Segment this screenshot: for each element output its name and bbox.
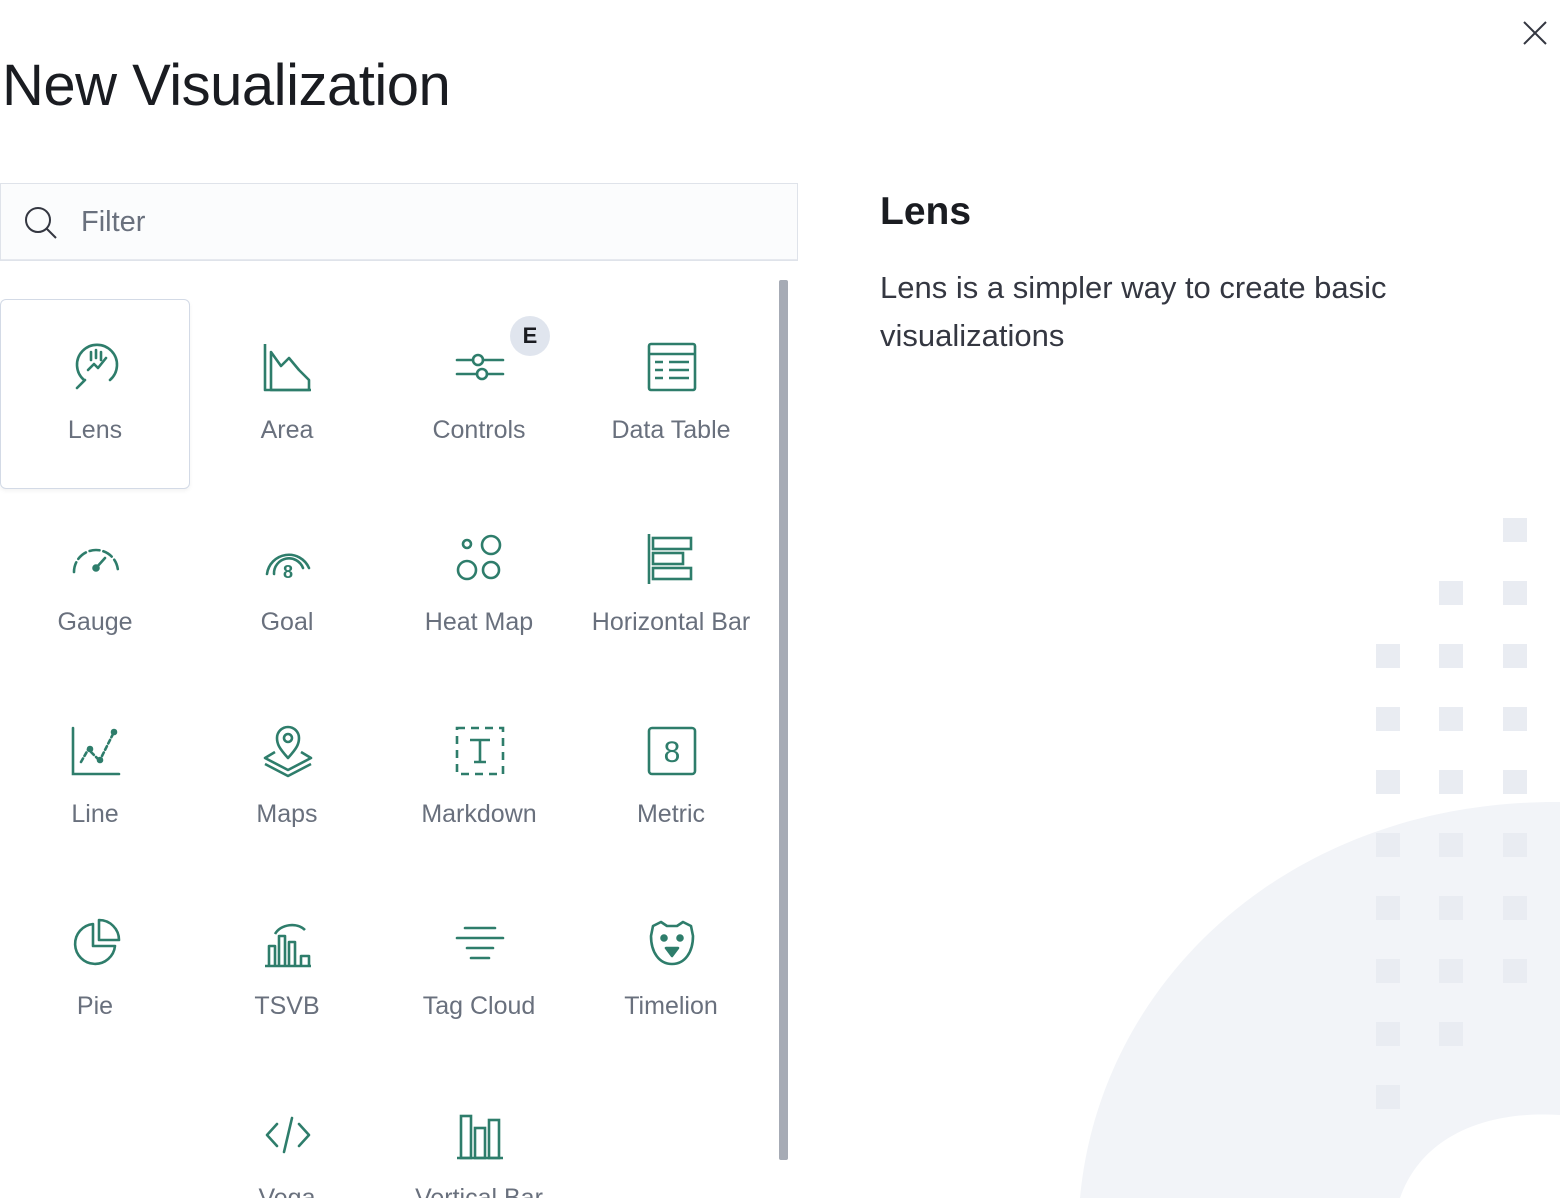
controls-icon (455, 353, 505, 381)
vis-card-label: Vertical Bar (415, 1184, 543, 1198)
tsvb-icon (265, 923, 311, 968)
vis-card-label: Timelion (624, 992, 718, 1020)
search-input[interactable] (79, 184, 783, 261)
vis-card-metric[interactable]: 8 Metric (576, 683, 766, 873)
vis-card-label: Controls (432, 416, 526, 444)
vis-card-label: Heat Map (424, 608, 534, 636)
line-chart-icon (71, 726, 121, 776)
vis-card-label: Lens (67, 416, 123, 444)
markdown-icon (455, 726, 505, 776)
maps-icon (263, 725, 313, 778)
page-title: New Visualization (2, 53, 451, 118)
vis-card-line[interactable]: Line (0, 683, 190, 873)
vis-card-area[interactable]: Area (192, 299, 382, 489)
vis-card-horizontal-bar[interactable]: Horizontal Bar (576, 491, 766, 681)
vis-card-label: Line (71, 800, 119, 828)
vis-card-gauge[interactable]: Gauge (0, 491, 190, 681)
tag-cloud-icon (455, 926, 505, 960)
vis-card-timelion[interactable]: Timelion (576, 875, 766, 1065)
vega-icon (265, 1116, 311, 1154)
svg-text:8: 8 (283, 562, 293, 582)
description-text: Lens is a simpler way to create basic vi… (880, 270, 1387, 353)
experimental-badge: E (510, 316, 550, 356)
timelion-icon (649, 920, 695, 966)
vis-card-tsvb[interactable]: TSVB (192, 875, 382, 1065)
lens-icon (75, 343, 119, 390)
close-icon (1523, 21, 1547, 45)
vis-card-heat-map[interactable]: Heat Map (384, 491, 574, 681)
search-icon (25, 207, 57, 239)
goal-icon: 8 (265, 553, 311, 582)
data-table-icon (647, 342, 697, 392)
svg-text:8: 8 (664, 736, 681, 769)
vis-card-label: Horizontal Bar (591, 608, 751, 636)
vis-card-label: Tag Cloud (422, 992, 536, 1020)
pie-chart-icon (73, 918, 121, 966)
vis-card-label: Goal (260, 608, 314, 636)
heat-map-icon (456, 534, 502, 581)
vis-card-label: Vega (258, 1184, 316, 1198)
vis-card-label: Pie (76, 992, 114, 1020)
metric-icon: 8 (647, 726, 697, 776)
vis-card-label: Data Table (611, 416, 731, 444)
vis-card-data-table[interactable]: Data Table (576, 299, 766, 489)
vis-card-pie[interactable]: Pie (0, 875, 190, 1065)
area-chart-icon (263, 344, 311, 392)
vis-card-label: TSVB (254, 992, 320, 1020)
vis-card-maps[interactable]: Maps (192, 683, 382, 873)
vis-card-goal[interactable]: 8 Goal (192, 491, 382, 681)
vis-card-label: Area (260, 416, 314, 444)
decorative-illustration (1080, 518, 1560, 1198)
horizontal-bar-icon (647, 534, 693, 584)
vis-card-tag-cloud[interactable]: Tag Cloud (384, 875, 574, 1065)
vis-card-markdown[interactable]: Markdown (384, 683, 574, 873)
vis-card-label: Maps (256, 800, 318, 828)
visualization-grid: Lens Area Controls Data Table Gauge 8 Go… (0, 299, 770, 1198)
close-button[interactable] (1516, 14, 1554, 52)
vis-card-label: Metric (636, 800, 706, 828)
description-title: Lens (880, 190, 972, 233)
vis-card-label: Gauge (57, 608, 133, 636)
vis-card-label: Markdown (421, 800, 537, 828)
scrollbar[interactable] (779, 280, 788, 1160)
vertical-bar-icon (457, 1114, 503, 1160)
gauge-icon (72, 548, 120, 574)
vis-card-lens[interactable]: Lens (0, 299, 190, 489)
vis-card-vega[interactable]: Vega (192, 1067, 382, 1198)
search-field (0, 183, 798, 261)
vis-card-vertical-bar[interactable]: Vertical Bar (384, 1067, 574, 1198)
